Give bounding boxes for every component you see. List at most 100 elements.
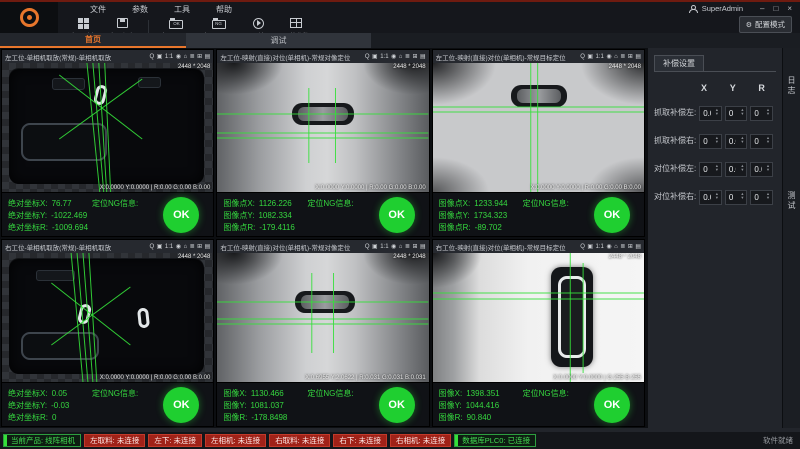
eye-icon[interactable]: ◉ xyxy=(176,54,181,60)
one-to-one-icon[interactable]: 1:1 xyxy=(165,54,173,60)
eye-icon[interactable]: ◉ xyxy=(391,54,396,60)
camera-image[interactable]: 2448 * 2048 X:0.0000 Y:0.0000 | R:0.00 G… xyxy=(2,253,213,382)
tab-debug[interactable]: 调试 xyxy=(186,33,372,48)
one-to-one-icon[interactable]: 1:1 xyxy=(380,54,388,60)
list-icon[interactable]: ≣ xyxy=(405,244,410,250)
column-header-r: R xyxy=(747,83,776,93)
one-to-one-icon[interactable]: 1:1 xyxy=(596,54,604,60)
folder-badge: NG xyxy=(215,22,222,27)
eye-icon[interactable]: ◉ xyxy=(606,54,611,60)
save-image-icon[interactable]: ▤ xyxy=(420,54,426,60)
eye-icon[interactable]: ◉ xyxy=(391,244,396,250)
region-icon[interactable]: ⊞ xyxy=(412,244,417,250)
camera-image[interactable]: 2448 * 2048 X:0.0000 Y:0.0000 | R:0.00 G… xyxy=(2,63,213,192)
menu-tools[interactable]: 工具 xyxy=(174,4,190,15)
zoom-icon[interactable]: Q xyxy=(150,244,155,250)
home-icon[interactable]: ⌂ xyxy=(399,54,403,60)
fit-window-icon[interactable]: ▣ xyxy=(157,54,163,60)
list-icon[interactable]: ≣ xyxy=(190,244,195,250)
stepper-icons[interactable] xyxy=(764,132,772,148)
one-to-one-icon[interactable]: 1:1 xyxy=(380,244,388,250)
region-icon[interactable]: ⊞ xyxy=(412,54,417,60)
stepper-icons[interactable] xyxy=(738,188,746,204)
stepper-icons[interactable] xyxy=(738,104,746,120)
region-icon[interactable]: ⊞ xyxy=(628,244,633,250)
tab-test[interactable]: 测试 xyxy=(786,191,797,211)
list-icon[interactable]: ≣ xyxy=(405,54,410,60)
stepper-icons[interactable] xyxy=(713,188,721,204)
fit-window-icon[interactable]: ▣ xyxy=(587,244,593,250)
stepper-icons[interactable] xyxy=(713,160,721,176)
cursor-readout: X:0.0000 Y:0.0000 | R:0.00 G:0.00 B:0.00 xyxy=(100,375,211,381)
home-icon[interactable]: ⌂ xyxy=(614,54,618,60)
camera-image[interactable]: 2448 * 2048 X:0.6955 Y:2.0622 | R:0.031 … xyxy=(217,253,428,382)
field-value: -89.702 xyxy=(475,223,502,232)
list-icon[interactable]: ≣ xyxy=(190,54,195,60)
menu-help[interactable]: 帮助 xyxy=(216,4,232,15)
field-value: 0.05 xyxy=(52,389,68,398)
tab-log[interactable]: 日志 xyxy=(786,76,797,96)
fit-window-icon[interactable]: ▣ xyxy=(372,244,378,250)
eye-icon[interactable]: ◉ xyxy=(176,244,181,250)
compensation-tab[interactable]: 补偿设置 xyxy=(654,55,704,71)
menu-file[interactable]: 文件 xyxy=(90,4,106,15)
save-image-icon[interactable]: ▤ xyxy=(205,54,211,60)
camera-image[interactable]: 2448 * 2048 X:0.0000 Y:0.0000 | G:255 B:… xyxy=(433,253,644,382)
ng-info-label: 定位NG信息: xyxy=(307,198,353,209)
field-value: -0.03 xyxy=(51,401,69,410)
fit-window-icon[interactable]: ▣ xyxy=(157,244,163,250)
region-icon[interactable]: ⊞ xyxy=(197,54,202,60)
region-icon[interactable]: ⊞ xyxy=(628,54,633,60)
fit-window-icon[interactable]: ▣ xyxy=(587,54,593,60)
stepper-icons[interactable] xyxy=(713,132,721,148)
home-icon[interactable]: ⌂ xyxy=(614,244,618,250)
one-to-one-icon[interactable]: 1:1 xyxy=(165,244,173,250)
eye-icon[interactable]: ◉ xyxy=(606,244,611,250)
stepper-icons[interactable] xyxy=(738,132,746,148)
field-value: 1130.466 xyxy=(251,389,284,398)
minimize-button[interactable]: – xyxy=(760,4,764,13)
camera-image[interactable]: 2448 * 2048 X:0.0000 Y:0.0000 | R:0.00 G… xyxy=(217,63,428,192)
right-lower-status: 右下: 未连接 xyxy=(333,434,387,447)
save-image-icon[interactable]: ▤ xyxy=(635,54,641,60)
tab-home[interactable]: 首页 xyxy=(0,33,186,48)
stepper-icons[interactable] xyxy=(738,160,746,176)
result-info: 图像X:1130.466 图像Y:1081.037 图像R:-178.8498 … xyxy=(217,382,428,426)
config-mode-button[interactable]: ⚙ 配置模式 xyxy=(739,16,792,33)
home-icon[interactable]: ⌂ xyxy=(399,244,403,250)
home-icon[interactable]: ⌂ xyxy=(183,244,187,250)
stepper-icons[interactable] xyxy=(713,104,721,120)
field-label: 图像R: xyxy=(439,412,463,423)
folder-badge: OK xyxy=(173,22,180,27)
fit-window-icon[interactable]: ▣ xyxy=(372,54,378,60)
save-image-icon[interactable]: ▤ xyxy=(420,244,426,250)
stepper-icons[interactable] xyxy=(764,160,772,176)
close-button[interactable]: × xyxy=(787,4,792,13)
row-label: 对位补偿左: xyxy=(654,163,699,174)
comp-row-align-left: 对位补偿左: xyxy=(654,159,776,177)
region-icon[interactable]: ⊞ xyxy=(197,244,202,250)
save-image-icon[interactable]: ▤ xyxy=(635,244,641,250)
home-icon[interactable]: ⌂ xyxy=(183,54,187,60)
field-value: -178.8498 xyxy=(251,413,287,422)
stepper-icons[interactable] xyxy=(764,104,772,120)
panel-title-bar: 左工位-映射(直接)对位(单相机)-常规对像定位 Q ▣ 1:1 ◉ ⌂ ≣ ⊞… xyxy=(217,50,428,63)
zoom-icon[interactable]: Q xyxy=(580,54,585,60)
result-info: 图像X:1398.351 图像Y:1044.416 图像R:90.840 定位N… xyxy=(433,382,644,426)
stepper-icons[interactable] xyxy=(764,188,772,204)
maximize-button[interactable]: □ xyxy=(773,4,778,13)
current-product-status: 当前产品: 线阵相机 xyxy=(3,434,81,447)
one-to-one-icon[interactable]: 1:1 xyxy=(596,244,604,250)
image-toolbar: Q ▣ 1:1 ◉ ⌂ ≣ ⊞ ▤ xyxy=(365,54,426,60)
zoom-icon[interactable]: Q xyxy=(365,244,370,250)
list-icon[interactable]: ≣ xyxy=(620,244,625,250)
list-icon[interactable]: ≣ xyxy=(620,54,625,60)
zoom-icon[interactable]: Q xyxy=(365,54,370,60)
zoom-icon[interactable]: Q xyxy=(150,54,155,60)
save-image-icon[interactable]: ▤ xyxy=(205,244,211,250)
menu-params[interactable]: 参数 xyxy=(132,4,148,15)
field-label: 绝对坐标X: xyxy=(8,198,48,209)
zoom-icon[interactable]: Q xyxy=(580,244,585,250)
camera-image[interactable]: 2448 * 2048 X:0.0000 Y:0.0000 | R:0.00 G… xyxy=(433,63,644,192)
camera-grid: 左工位-单相机取放(常规)-单相机取放 Q ▣ 1:1 ◉ ⌂ ≣ ⊞ ▤ 24… xyxy=(0,48,646,428)
